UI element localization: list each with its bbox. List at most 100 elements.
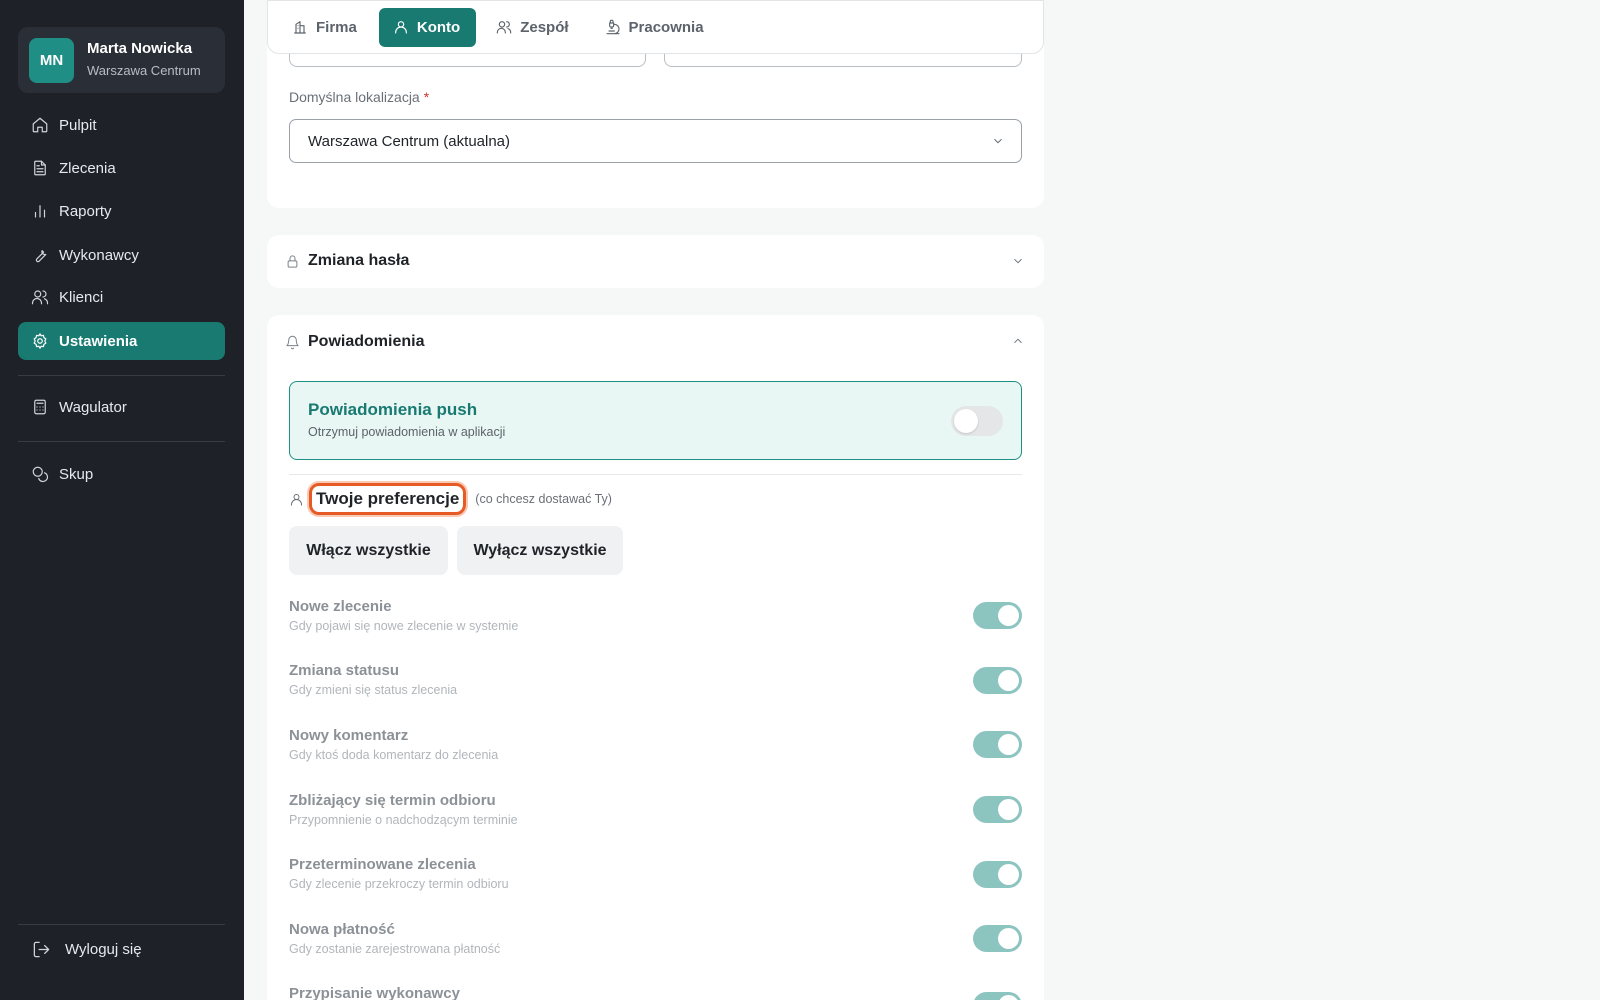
preferences-hint: (co chcesz dostawać Ty) [475,492,612,506]
preference-title: Zmiana statusu [289,662,400,679]
preference-description: Gdy pojawi się nowe zlecenie w systemie [289,619,519,633]
sidebar-item-ustawienia[interactable]: Ustawienia [18,322,225,360]
sidebar-divider [18,375,225,376]
sidebar: MN Marta Nowicka Warszawa Centrum Pulpit… [0,0,244,1000]
sidebar-item-label: Raporty [59,202,112,220]
sidebar-item-raporty[interactable]: Raporty [18,192,225,230]
default-location-value: Warszawa Centrum (aktualna) [308,132,511,150]
toggle-knob [998,799,1019,820]
chevron-up-icon[interactable] [1011,334,1025,348]
home-icon [32,117,48,133]
toggle-knob [998,734,1019,755]
preference-toggle[interactable] [973,861,1022,888]
sidebar-divider [18,441,225,442]
preference-toggle[interactable] [973,731,1022,758]
logout-icon [33,941,50,957]
user-icon [291,493,302,506]
notifications-section-header[interactable]: Powiadomienia [285,333,424,351]
preferences-header: Twoje preferencje (co chcesz dostawać Ty… [289,483,612,515]
divider [289,474,1022,475]
preference-toggle[interactable] [973,796,1022,823]
push-toggle[interactable] [951,406,1003,436]
toggle-knob [998,670,1019,691]
user-name: Marta Nowicka [87,40,193,57]
bell-icon [286,335,299,349]
preference-description: Gdy zmieni się status zlecenia [289,683,458,697]
sidebar-item-label: Wykonawcy [59,246,139,264]
sidebar-divider [18,924,225,925]
enable-all-button[interactable]: Włącz wszystkie [289,526,448,575]
document-icon [34,160,46,176]
user-profile-card[interactable]: MN Marta Nowicka Warszawa Centrum [18,27,225,93]
logout-button[interactable]: Wyloguj się [18,931,225,967]
preference-description: Gdy ktoś doda komentarz do zlecenia [289,748,499,762]
sidebar-item-label: Klienci [59,288,104,306]
microscope-icon [605,19,620,35]
preference-item: Przypisanie wykonawcy [289,985,1022,1000]
tab-pracownia[interactable]: Pracownia [591,8,720,47]
calculator-icon [34,399,46,415]
sidebar-item-klienci[interactable]: Klienci [18,278,225,316]
preference-item: Zmiana statusu Gdy zmieni się status zle… [289,662,1022,712]
preference-description: Gdy zostanie zarejestrowana płatność [289,942,501,956]
preference-description: Przypomnienie o nadchodzącym terminie [289,813,518,827]
preferences-title: Twoje preferencje [309,483,467,515]
preference-toggle[interactable] [973,667,1022,694]
gear-icon [33,333,47,349]
password-section-header[interactable]: Zmiana hasła [285,252,409,270]
location-label: Domyślna lokalizacja * [289,89,430,105]
sidebar-item-wykonawcy[interactable]: Wykonawcy [18,236,225,274]
preference-description: Gdy zlecenie przekroczy termin odbioru [289,877,509,891]
sidebar-item-label: Skup [59,465,94,483]
push-title: Powiadomienia push [308,400,478,419]
user-icon [394,21,407,34]
tab-zespol[interactable]: Zespół [482,8,584,47]
preference-title: Przeterminowane zlecenia [289,856,476,873]
preference-item: Nowy komentarz Gdy ktoś doda komentarz d… [289,727,1022,777]
wrench-icon [35,250,47,263]
bar-chart-icon [34,205,46,218]
user-location: Warszawa Centrum [87,63,201,78]
building-icon [294,21,306,34]
preference-item: Zbliżający się termin odbioru Przypomnie… [289,792,1022,842]
preference-title: Nowa płatność [289,921,395,938]
preference-title: Przypisanie wykonawcy [289,985,460,1000]
preference-toggle[interactable] [973,925,1022,952]
users-icon [496,21,512,34]
toggle-knob [998,864,1019,885]
tab-konto[interactable]: Konto [378,7,477,47]
sidebar-item-wagulator[interactable]: Wagulator [18,388,225,426]
coins-icon [32,466,49,483]
required-mark: * [423,89,430,105]
push-subtitle: Otrzymuj powiadomienia w aplikacji [308,425,506,439]
toggle-knob [954,409,978,433]
preference-item: Nowa płatność Gdy zostanie zarejestrowan… [289,921,1022,971]
toggle-knob [998,605,1019,626]
sidebar-item-label: Pulpit [59,116,97,134]
sidebar-item-label: Wagulator [59,398,127,416]
push-notifications-box: Powiadomienia push Otrzymuj powiadomieni… [289,381,1022,460]
tab-firma[interactable]: Firma [278,8,373,47]
chevron-down-icon [994,138,1002,144]
preference-item: Przeterminowane zlecenia Gdy zlecenie pr… [289,856,1022,906]
preference-title: Zbliżający się termin odbioru [289,792,496,809]
sidebar-item-skup[interactable]: Skup [18,455,225,493]
toggle-knob [998,928,1019,949]
sidebar-item-pulpit[interactable]: Pulpit [18,106,225,144]
default-location-select[interactable]: Warszawa Centrum (aktualna) [289,119,1022,163]
disable-all-button[interactable]: Wyłącz wszystkie [457,526,623,575]
sidebar-item-zlecenia[interactable]: Zlecenia [18,149,225,187]
preference-title: Nowe zlecenie [289,598,392,615]
settings-tabs: Firma Konto Zespół Pracownia [267,0,1044,54]
preference-toggle[interactable] [973,992,1022,1000]
toggle-knob [998,995,1019,1000]
preference-title: Nowy komentarz [289,727,409,744]
users-icon [31,290,49,305]
lock-icon [287,254,298,268]
sidebar-item-label: Ustawienia [59,332,138,350]
preference-toggle[interactable] [973,602,1022,629]
avatar: MN [29,37,74,83]
preference-item: Nowe zlecenie Gdy pojawi się nowe zlecen… [289,598,1022,648]
sidebar-item-label: Zlecenia [59,159,116,177]
chevron-down-icon[interactable] [1011,254,1025,268]
